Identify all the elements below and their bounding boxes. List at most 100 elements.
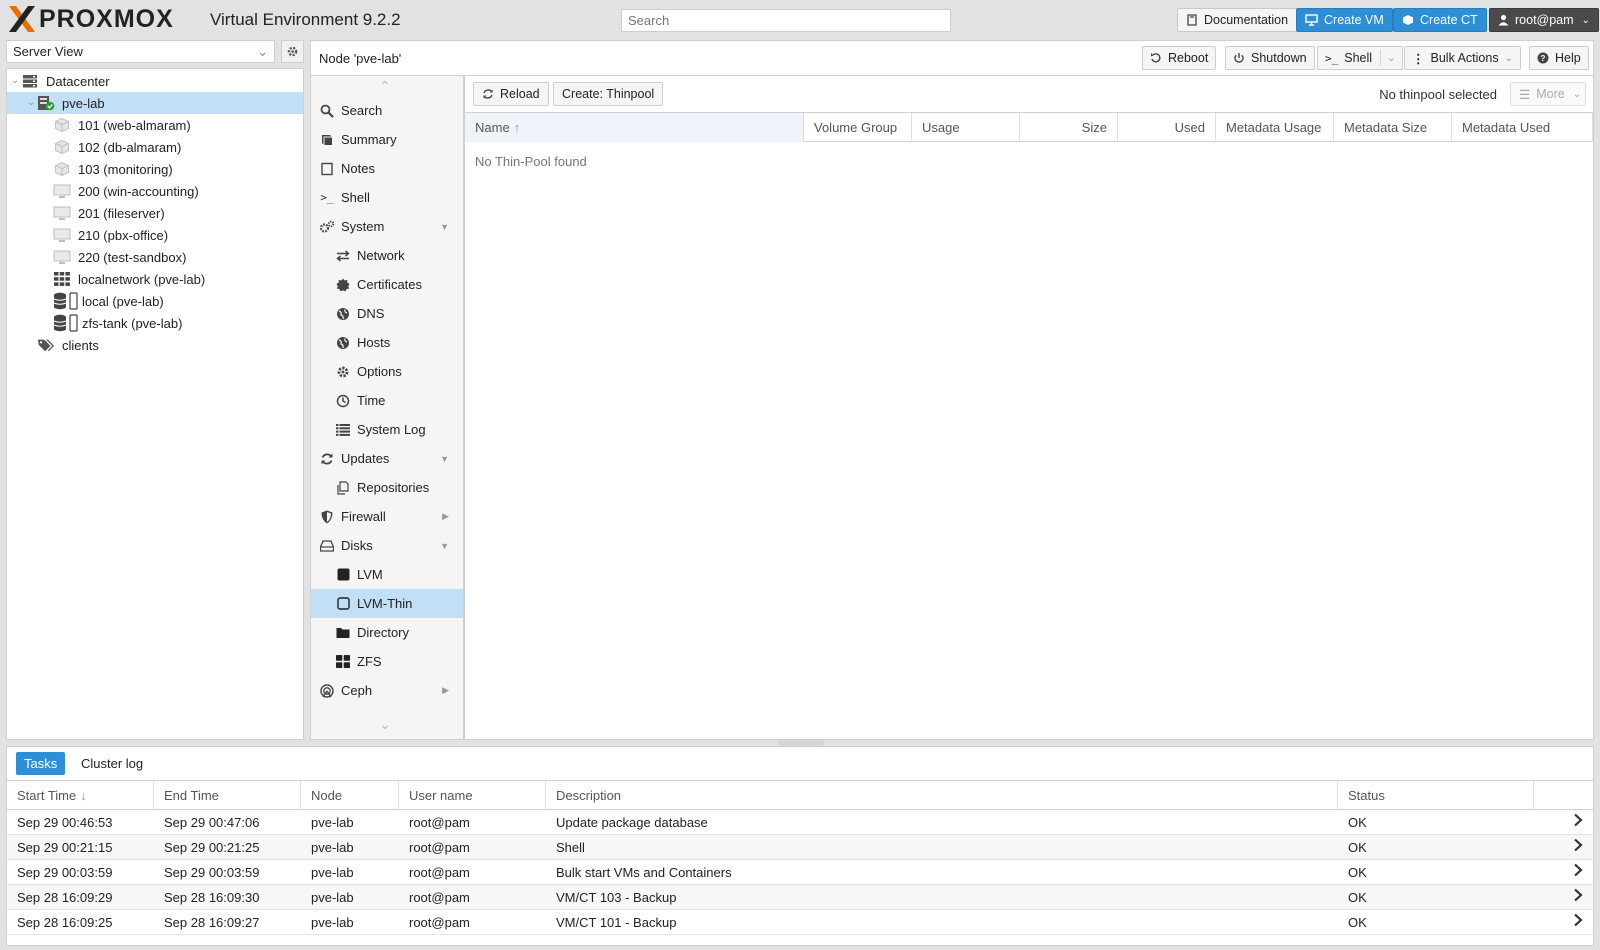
task-row[interactable]: Sep 28 16:09:25 Sep 28 16:09:27 pve-lab roo… xyxy=(7,910,1593,935)
caret-right-icon[interactable]: ▶ xyxy=(442,685,449,696)
nav-item-zfs[interactable]: ZFS xyxy=(311,647,463,676)
tree-item[interactable]: clients xyxy=(7,334,303,356)
column-header[interactable]: Metadata Size xyxy=(1334,113,1452,142)
more-button[interactable]: ☰ More ⌄ xyxy=(1510,82,1586,106)
expander-icon[interactable]: ⌄ xyxy=(11,75,19,86)
log-column-header[interactable]: Node xyxy=(301,781,399,810)
chevron-right-icon[interactable] xyxy=(1573,813,1583,830)
globe-icon xyxy=(335,306,351,322)
create-thinpool-button[interactable]: Create: Thinpool xyxy=(553,82,664,106)
log-column-header[interactable]: End Time xyxy=(154,781,301,810)
task-row[interactable]: Sep 29 00:46:53 Sep 29 00:47:06 pve-lab roo… xyxy=(7,810,1593,835)
create-ct-button[interactable]: Create CT xyxy=(1393,8,1487,32)
tree-item[interactable]: 103 (monitoring) xyxy=(7,158,303,180)
caret-down-icon[interactable]: ▼ xyxy=(440,454,449,464)
nav-item-ceph[interactable]: Ceph ▶ xyxy=(311,676,463,705)
task-cell: Sep 29 00:21:25 xyxy=(164,840,260,855)
shell-button[interactable]: >_ Shell ⌄ xyxy=(1317,46,1404,70)
global-search-input[interactable] xyxy=(621,9,951,32)
tree-item[interactable]: local (pve-lab) xyxy=(7,290,303,312)
nav-item-summary[interactable]: Summary xyxy=(311,125,463,154)
datacenter-icon xyxy=(21,73,39,89)
nav-item-notes[interactable]: Notes xyxy=(311,154,463,183)
nav-item-dns[interactable]: DNS xyxy=(311,299,463,328)
view-selector[interactable]: Server View ⌄ xyxy=(6,40,275,63)
nav-item-lvm-thin[interactable]: LVM-Thin xyxy=(311,589,463,618)
nav-item-repositories[interactable]: Repositories xyxy=(311,473,463,502)
chevron-right-icon[interactable] xyxy=(1573,913,1583,930)
task-row[interactable]: Sep 28 16:09:29 Sep 28 16:09:30 pve-lab roo… xyxy=(7,885,1593,910)
column-header[interactable]: Used xyxy=(1118,113,1216,142)
nav-item-label: DNS xyxy=(357,306,385,321)
column-header[interactable]: Metadata Usage xyxy=(1216,113,1334,142)
task-cell: root@pam xyxy=(409,865,470,880)
log-column-header[interactable]: Status xyxy=(1338,781,1534,810)
help-button[interactable]: ? Help xyxy=(1529,46,1589,70)
tree-item[interactable]: localnetwork (pve-lab) xyxy=(7,268,303,290)
tree-item[interactable]: ⌄ pve-lab xyxy=(7,92,303,114)
task-cell: Sep 29 00:03:59 xyxy=(17,865,113,880)
tree-item[interactable]: zfs-tank (pve-lab) xyxy=(7,312,303,334)
nav-item-hosts[interactable]: Hosts xyxy=(311,328,463,357)
scroll-up-icon[interactable]: ⌃ xyxy=(379,78,391,95)
nav-item-updates[interactable]: Updates ▼ xyxy=(311,444,463,473)
tab-cluster-log[interactable]: Cluster log xyxy=(73,752,151,775)
scroll-down-icon[interactable]: ⌄ xyxy=(379,716,391,733)
column-header[interactable]: Size xyxy=(1020,113,1118,142)
nav-item-lvm[interactable]: LVM xyxy=(311,560,463,589)
tree-item[interactable]: 201 (fileserver) xyxy=(7,202,303,224)
column-header[interactable]: Volume Group xyxy=(804,113,912,142)
column-header[interactable]: Metadata Used xyxy=(1452,113,1593,142)
tree-item[interactable]: 220 (test-sandbox) xyxy=(7,246,303,268)
proxmox-logo[interactable]: PROXMOX xyxy=(8,4,174,34)
tree-item[interactable]: 101 (web-almaram) xyxy=(7,114,303,136)
log-column-header[interactable]: Start Time ↓ xyxy=(7,781,154,810)
nav-item-network[interactable]: Network xyxy=(311,241,463,270)
nav-item-system-log[interactable]: System Log xyxy=(311,415,463,444)
nav-item-time[interactable]: Time xyxy=(311,386,463,415)
user-menu-button[interactable]: root@pam ⌄ xyxy=(1489,8,1599,32)
undo-icon xyxy=(1150,52,1162,64)
tree-item[interactable]: 102 (db-almaram) xyxy=(7,136,303,158)
nav-item-certificates[interactable]: Certificates xyxy=(311,270,463,299)
tree-item-label: 103 (monitoring) xyxy=(78,161,173,177)
chevron-down-icon[interactable]: ⌄ xyxy=(1380,50,1395,66)
task-cell: Shell xyxy=(556,840,585,855)
nav-item-system[interactable]: System ▼ xyxy=(311,212,463,241)
tree-item[interactable]: ⌄ Datacenter xyxy=(7,70,303,92)
task-cell: Sep 29 00:03:59 xyxy=(164,865,260,880)
task-row[interactable]: Sep 29 00:03:59 Sep 29 00:03:59 pve-lab roo… xyxy=(7,860,1593,885)
chevron-right-icon[interactable] xyxy=(1573,888,1583,905)
reboot-button[interactable]: Reboot xyxy=(1142,46,1217,70)
column-header[interactable]: Usage xyxy=(912,113,1020,142)
caret-down-icon[interactable]: ▼ xyxy=(440,222,449,232)
tree-item[interactable]: 200 (win-accounting) xyxy=(7,180,303,202)
caret-down-icon[interactable]: ▼ xyxy=(440,541,449,551)
chevron-right-icon[interactable] xyxy=(1573,863,1583,880)
task-row[interactable]: Sep 29 00:21:15 Sep 29 00:21:25 pve-lab roo… xyxy=(7,835,1593,860)
expander-icon[interactable]: ⌄ xyxy=(27,97,35,108)
bulk-actions-button[interactable]: ⋮ Bulk Actions ⌄ xyxy=(1404,46,1521,70)
task-cell: Sep 28 16:09:27 xyxy=(164,915,260,930)
nav-item-label: Notes xyxy=(341,161,375,176)
nav-item-shell[interactable]: >_ Shell xyxy=(311,183,463,212)
nav-item-disks[interactable]: Disks ▼ xyxy=(311,531,463,560)
view-settings-button[interactable] xyxy=(281,40,304,63)
chevron-right-icon[interactable] xyxy=(1573,838,1583,855)
nav-item-search[interactable]: Search xyxy=(311,96,463,125)
log-column-header[interactable]: Description xyxy=(546,781,1338,810)
nav-item-firewall[interactable]: Firewall ▶ xyxy=(311,502,463,531)
reload-button[interactable]: Reload xyxy=(473,82,549,106)
create-vm-button[interactable]: Create VM xyxy=(1296,8,1393,32)
tab-tasks[interactable]: Tasks xyxy=(16,752,66,775)
shutdown-button[interactable]: Shutdown xyxy=(1225,46,1315,70)
column-header[interactable]: Name ↑ xyxy=(465,113,804,142)
tree-item[interactable]: 210 (pbx-office) xyxy=(7,224,303,246)
nav-item-directory[interactable]: Directory xyxy=(311,618,463,647)
documentation-button[interactable]: Documentation xyxy=(1177,8,1298,32)
log-column-header[interactable]: User name xyxy=(399,781,546,810)
help-label: Help xyxy=(1555,51,1581,65)
caret-right-icon[interactable]: ▶ xyxy=(442,511,449,522)
nav-item-options[interactable]: Options xyxy=(311,357,463,386)
nav-item-label: Hosts xyxy=(357,335,391,350)
